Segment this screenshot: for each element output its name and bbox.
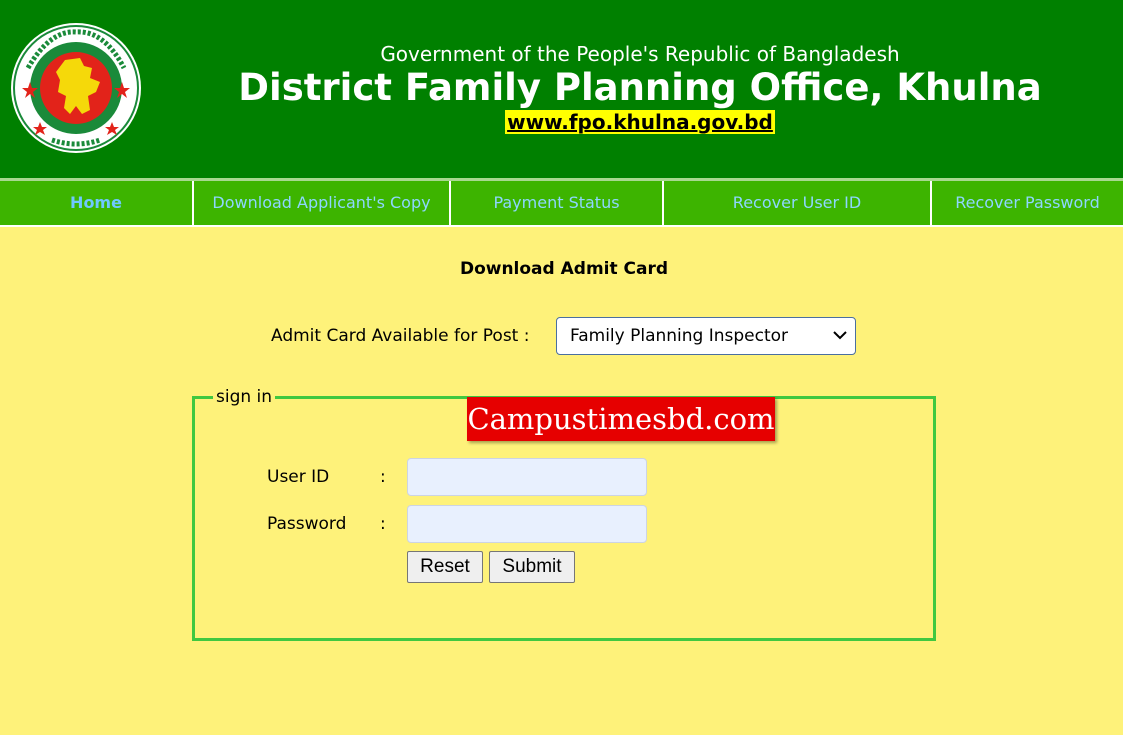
- post-select-value: Family Planning Inspector: [570, 326, 789, 346]
- post-select-label: Admit Card Available for Post :: [271, 326, 530, 346]
- main-navigation: Home Download Applicant's Copy Payment S…: [0, 178, 1123, 227]
- submit-button[interactable]: Submit: [489, 551, 575, 583]
- signin-legend: sign in: [213, 387, 276, 407]
- user-id-colon: :: [380, 467, 386, 487]
- website-link-wrap: www.fpo.khulna.gov.bd: [0, 110, 1123, 134]
- nav-recover-user-id[interactable]: Recover User ID: [664, 181, 932, 225]
- site-header: Government of the People's Republic of B…: [0, 0, 1123, 178]
- user-id-label: User ID: [267, 467, 330, 487]
- nav-payment-status[interactable]: Payment Status: [451, 181, 664, 225]
- page-heading: Download Admit Card: [459, 259, 669, 279]
- watermark-banner: Campustimesbd.com: [467, 397, 775, 441]
- nav-recover-password[interactable]: Recover Password: [932, 181, 1123, 225]
- office-title: District Family Planning Office, Khulna: [238, 66, 1042, 109]
- chevron-down-icon: [833, 331, 847, 340]
- password-colon: :: [380, 514, 386, 534]
- password-input[interactable]: [407, 505, 647, 543]
- nav-home[interactable]: Home: [0, 181, 194, 225]
- password-label: Password: [267, 514, 347, 534]
- nav-download-applicants-copy[interactable]: Download Applicant's Copy: [194, 181, 451, 225]
- reset-button[interactable]: Reset: [407, 551, 483, 583]
- website-link[interactable]: www.fpo.khulna.gov.bd: [505, 110, 775, 134]
- post-select[interactable]: Family Planning Inspector: [556, 317, 856, 355]
- user-id-input[interactable]: [407, 458, 647, 496]
- government-line: Government of the People's Republic of B…: [380, 42, 900, 66]
